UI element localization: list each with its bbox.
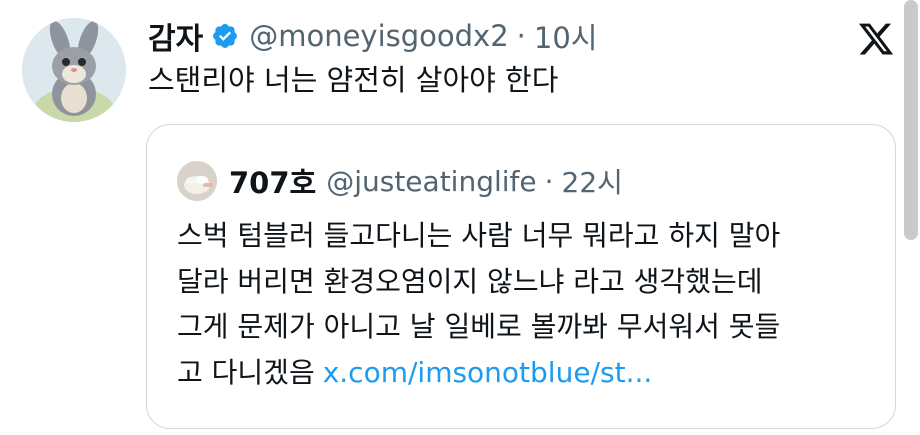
quoted-tweet-link[interactable]: x.com/imsonotblue/st... xyxy=(323,356,653,389)
separator-dot: · xyxy=(516,19,526,53)
quoted-tweet-card[interactable]: 707호 @justeatinglife · 22시 스벅 텀블러 들고다니는 … xyxy=(146,124,896,429)
author-name[interactable]: 감자 xyxy=(148,14,203,58)
quoted-text-line: 달라 버리면 환경오염이지 않느냐 라고 생각했는데 xyxy=(177,264,763,298)
quoted-text-line: 스벅 텀블러 들고다니는 사람 너무 뭐라고 하지 말아 xyxy=(177,219,781,252)
separator-dot: · xyxy=(544,164,554,198)
quoted-text-line: 그게 문제가 아니고 날 일베로 볼까봐 무서워서 못들 xyxy=(177,310,781,343)
tweet-timestamp[interactable]: 10시 xyxy=(534,15,598,57)
quoted-avatar-icon xyxy=(177,161,217,201)
quoted-text-line-last: 고 다니겠음 x.com/imsonotblue/st... xyxy=(177,350,887,396)
author-avatar[interactable] xyxy=(22,18,126,122)
quoted-author-name[interactable]: 707호 xyxy=(229,160,316,202)
quoted-text-fragment: 고 다니겠음 xyxy=(177,355,315,389)
rabbit-avatar-icon xyxy=(22,18,126,122)
quoted-tweet-timestamp[interactable]: 22시 xyxy=(562,161,623,201)
quoted-author-handle[interactable]: @justeatinglife xyxy=(326,165,536,198)
scrollbar-thumb[interactable] xyxy=(904,0,918,240)
tweet-text: 스탠리야 너는 얌전히 살아야 한다 xyxy=(148,63,559,97)
quoted-tweet-header: 707호 @justeatinglife · 22시 xyxy=(177,161,623,201)
verified-badge-icon xyxy=(213,24,238,48)
quoted-tweet-text: 스벅 텀블러 들고다니는 사람 너무 뭐라고 하지 말아 달라 버리면 환경오염… xyxy=(177,213,887,395)
quoted-author-avatar[interactable] xyxy=(177,161,217,201)
x-logo-icon[interactable] xyxy=(856,20,896,58)
author-handle[interactable]: @moneyisgoodx2 xyxy=(249,19,508,53)
tweet-header: 감자 @moneyisgoodx2 · 10시 xyxy=(148,14,597,58)
